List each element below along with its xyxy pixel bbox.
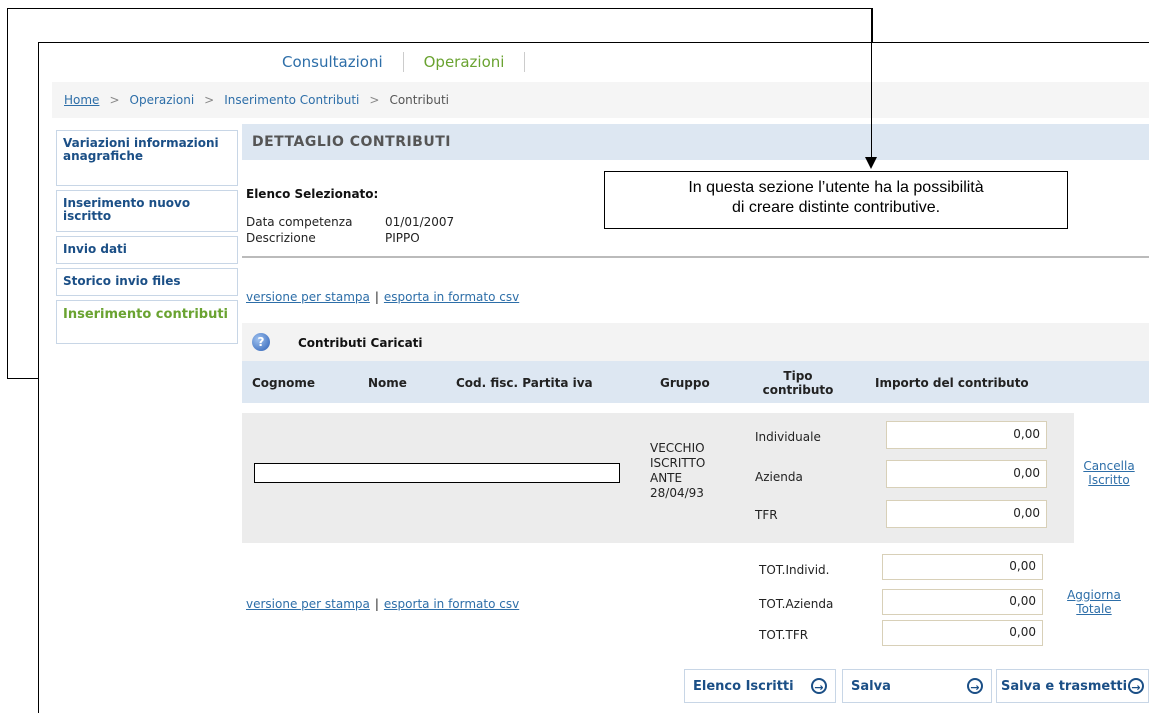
export-csv-link[interactable]: esporta in formato csv (384, 597, 519, 611)
export-links-bottom: versione per stampa | esporta in formato… (246, 597, 519, 611)
tipo-tfr-label: TFR (755, 508, 778, 522)
tab-consultazioni[interactable]: Consultazioni (262, 53, 403, 71)
importo-azienda-input[interactable]: 0,00 (886, 460, 1047, 488)
sidebar-item-variazioni[interactable]: Variazioni informazioni anagrafiche (56, 130, 238, 186)
arrow-right-icon: → (967, 678, 983, 694)
iscritto-name-field (254, 463, 620, 483)
header-importo: Importo del contributo (875, 376, 1029, 390)
sidebar-item-inserimento-contributi[interactable]: Inserimento contributi (56, 300, 238, 344)
salva-trasmetti-button[interactable]: Salva e trasmetti → (996, 669, 1149, 703)
arrow-right-icon: → (1128, 678, 1144, 694)
elenco-iscritti-button[interactable]: Elenco Iscritti → (684, 669, 836, 703)
descrizione-value: PIPPO (385, 231, 420, 245)
gruppo-value: VECCHIO ISCRITTO ANTE 28/04/93 (650, 441, 706, 500)
salva-button[interactable]: Salva → (842, 669, 992, 703)
breadcrumb-separator: > (109, 93, 120, 107)
screenshot-border-left (38, 42, 39, 713)
elenco-iscritti-label: Elenco Iscritti (693, 678, 794, 694)
importo-individuale-input[interactable]: 0,00 (886, 421, 1047, 449)
screenshot-border-top (38, 42, 1149, 43)
header-gruppo: Gruppo (660, 376, 710, 390)
tab-operazioni[interactable]: Operazioni (404, 53, 525, 71)
importo-tfr-input[interactable]: 0,00 (886, 500, 1047, 528)
annotation-arrow-head (865, 157, 877, 169)
caricati-label: Contributi Caricati (298, 336, 423, 350)
tot-individ-label: TOT.Individ. (759, 563, 830, 577)
annotation-line-2: di creare distinte contributive. (731, 199, 941, 216)
sidebar: Variazioni informazioni anagrafiche Inse… (56, 130, 238, 348)
tab-divider (524, 52, 526, 72)
link-separator: | (374, 290, 379, 304)
tot-individ-field: 0,00 (882, 554, 1043, 580)
breadcrumb: Home > Operazioni > Inserimento Contribu… (52, 82, 1149, 118)
tipo-azienda-label: Azienda (755, 470, 803, 484)
sidebar-item-invio-dati[interactable]: Invio dati (56, 236, 238, 264)
tot-azienda-label: TOT.Azienda (759, 597, 834, 611)
tot-tfr-field: 0,00 (882, 620, 1043, 646)
top-navigation: Consultazioni Operazioni (262, 50, 526, 74)
elenco-title: Elenco Selezionato: (246, 187, 379, 201)
breadcrumb-home[interactable]: Home (64, 93, 99, 107)
breadcrumb-separator: > (204, 93, 215, 107)
export-csv-link[interactable]: esporta in formato csv (384, 290, 519, 304)
descrizione-label: Descrizione (246, 231, 316, 245)
header-codfisc: Cod. fisc. Partita iva (456, 376, 593, 390)
data-competenza-label: Data competenza (246, 215, 353, 229)
breadcrumb-inserimento[interactable]: Inserimento Contributi (224, 93, 359, 107)
breadcrumb-operazioni[interactable]: Operazioni (130, 93, 195, 107)
print-version-link[interactable]: versione per stampa (246, 290, 370, 304)
header-nome: Nome (368, 376, 407, 390)
salva-trasmetti-label: Salva e trasmetti (1001, 678, 1128, 694)
tot-azienda-field: 0,00 (882, 589, 1043, 615)
aggiorna-totale-link[interactable]: Aggiorna Totale (1054, 588, 1134, 616)
sidebar-item-storico[interactable]: Storico invio files (56, 268, 238, 296)
breadcrumb-current: Contributi (389, 93, 449, 107)
link-separator: | (374, 597, 379, 611)
sidebar-item-nuovo-iscritto[interactable]: Inserimento nuovo iscritto (56, 190, 238, 232)
breadcrumb-separator: > (369, 93, 380, 107)
annotation-callout: In questa sezione l’utente ha la possibi… (604, 171, 1068, 229)
tipo-individuale-label: Individuale (755, 430, 821, 444)
tot-tfr-label: TOT.TFR (759, 628, 809, 642)
header-cognome: Cognome (252, 376, 316, 390)
cancella-iscritto-link[interactable]: Cancella Iscritto (1076, 459, 1142, 487)
annotation-arrow-line (871, 8, 872, 160)
export-links: versione per stampa | esporta in formato… (246, 290, 519, 304)
print-version-link[interactable]: versione per stampa (246, 597, 370, 611)
salva-label: Salva (851, 678, 891, 694)
header-tipo: Tipo contributo (762, 369, 834, 397)
help-icon[interactable]: ? (252, 333, 270, 351)
arrow-right-icon: → (811, 678, 827, 694)
annotation-line-1: In questa sezione l’utente ha la possibi… (688, 179, 984, 196)
section-title: DETTAGLIO CONTRIBUTI (242, 124, 1149, 160)
data-competenza-value: 01/01/2007 (385, 215, 455, 229)
divider (242, 256, 1149, 258)
